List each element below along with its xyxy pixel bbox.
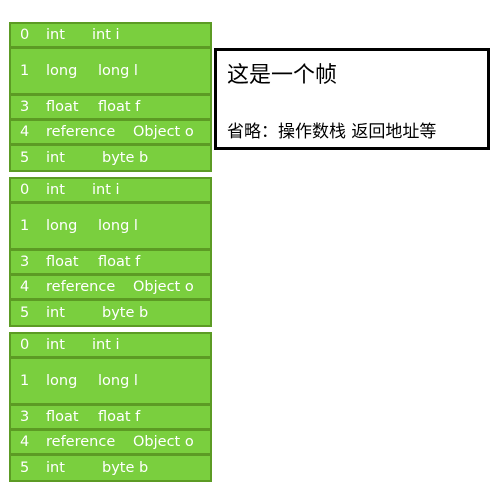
slot-index: 3	[20, 254, 30, 270]
slot-index: 3	[20, 99, 30, 115]
slot-declaration: long l	[98, 63, 138, 79]
slot-type: int	[46, 150, 65, 166]
local-variable-slot: 4 reference Object o	[11, 431, 210, 456]
local-variable-slot: 5 int byte b	[11, 456, 210, 480]
slot-type: int	[46, 460, 65, 476]
slot-index: 4	[20, 124, 30, 140]
slot-index: 3	[20, 409, 30, 425]
note-subtitle: 省略：操作数栈 返回地址等	[227, 122, 437, 142]
slot-index: 5	[20, 150, 30, 166]
slot-type: int	[46, 182, 65, 198]
slot-type: int	[46, 337, 65, 353]
slot-type: int	[46, 305, 65, 321]
slot-index: 5	[20, 305, 30, 321]
slot-declaration: float f	[98, 409, 141, 425]
local-variable-slot: 5 int byte b	[11, 146, 210, 170]
local-variable-slot: 4 reference Object o	[11, 121, 210, 146]
slot-index: 1	[20, 63, 30, 79]
slot-declaration: float f	[98, 99, 141, 115]
frame-note: 这是一个帧 省略：操作数栈 返回地址等	[214, 48, 490, 150]
slot-type: reference	[46, 434, 116, 450]
slot-declaration: int i	[92, 337, 120, 353]
stack-frame: 0 int int i 1 long long l 3 float float f 4 refere…	[9, 22, 212, 172]
local-variable-slot: 3 float float f	[11, 96, 210, 121]
stack-frame: 0 int int i 1 long long l 3 float float f 4 refere…	[9, 332, 212, 482]
note-title: 这是一个帧	[227, 63, 338, 88]
slot-declaration: int i	[92, 182, 120, 198]
local-variable-slot: 0 int int i	[11, 179, 210, 204]
slot-type: reference	[46, 279, 116, 295]
local-variable-slot: 4 reference Object o	[11, 276, 210, 301]
slot-declaration: byte b	[102, 305, 149, 321]
slot-declaration: Object o	[133, 124, 194, 140]
slot-index: 0	[20, 182, 30, 198]
slot-index: 0	[20, 337, 30, 353]
slot-declaration: long l	[98, 218, 138, 234]
slot-index: 4	[20, 279, 30, 295]
slot-declaration: byte b	[102, 150, 149, 166]
stack-frame: 0 int int i 1 long long l 3 float float f 4 refere…	[9, 177, 212, 327]
local-variable-slot: 0 int int i	[11, 24, 210, 49]
slot-type: float	[46, 99, 79, 115]
local-variable-slot: 5 int byte b	[11, 301, 210, 325]
slot-declaration: Object o	[133, 434, 194, 450]
slot-index: 5	[20, 460, 30, 476]
slot-index: 4	[20, 434, 30, 450]
local-variable-slot: 3 float float f	[11, 251, 210, 276]
slot-type: float	[46, 409, 79, 425]
slot-declaration: float f	[98, 254, 141, 270]
slot-declaration: int i	[92, 27, 120, 43]
slot-type: long	[46, 373, 78, 389]
local-variable-slot: 1 long long l	[11, 359, 210, 406]
local-variable-slot: 3 float float f	[11, 406, 210, 431]
slot-index: 0	[20, 27, 30, 43]
slot-type: int	[46, 27, 65, 43]
slot-type: reference	[46, 124, 116, 140]
slot-type: long	[46, 218, 78, 234]
slot-declaration: Object o	[133, 279, 194, 295]
slot-declaration: long l	[98, 373, 138, 389]
slot-index: 1	[20, 218, 30, 234]
local-variable-slot: 1 long long l	[11, 49, 210, 96]
local-variable-slot: 0 int int i	[11, 334, 210, 359]
slot-type: long	[46, 63, 78, 79]
slot-type: float	[46, 254, 79, 270]
slot-index: 1	[20, 373, 30, 389]
slot-declaration: byte b	[102, 460, 149, 476]
local-variable-slot: 1 long long l	[11, 204, 210, 251]
